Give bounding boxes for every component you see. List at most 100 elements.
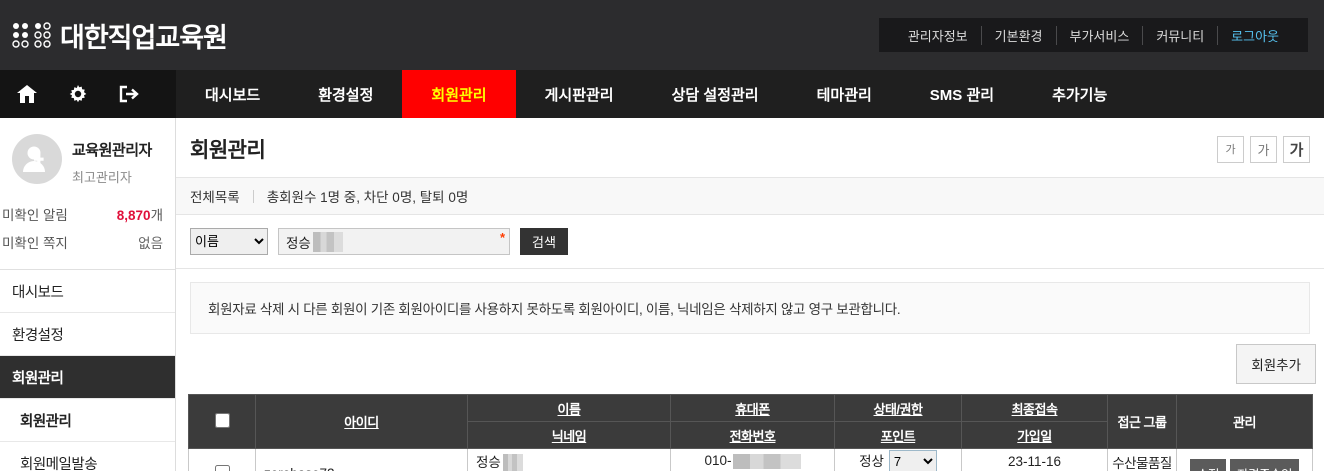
nav-item-extra-features[interactable]: 추가기능: [1023, 70, 1136, 118]
nav-item-member-mgmt[interactable]: 회원관리: [402, 70, 515, 118]
stat-unread-alerts: 미확인 알림 8,870개: [2, 200, 163, 228]
search-row: 이름 정승 * 검색: [176, 215, 1324, 269]
sort-nickname-link[interactable]: 닉네임: [552, 429, 586, 444]
certificate-approve-button[interactable]: 자격증승인: [1230, 459, 1299, 471]
row-mobile-cell: 010-: [671, 449, 835, 471]
sidebar-subitem-member-mail[interactable]: 회원메일발송: [0, 442, 175, 471]
gear-icon[interactable]: [69, 85, 87, 103]
row-checkbox[interactable]: [215, 465, 230, 471]
select-all-checkbox[interactable]: [215, 413, 230, 428]
header-phone: 전화번호: [671, 422, 835, 449]
row-name-cell: 정승: [468, 449, 671, 471]
sort-name-link[interactable]: 이름: [558, 402, 581, 417]
edit-member-button[interactable]: 수정: [1190, 459, 1226, 471]
header-checkbox-cell: [189, 395, 256, 449]
sort-join-date-link[interactable]: 가입일: [1017, 429, 1051, 444]
avatar: [12, 134, 62, 184]
sidebar-subitem-member-mgmt[interactable]: 회원관리: [0, 399, 175, 442]
page-head: 회원관리 가 가 가: [176, 118, 1324, 177]
row-access-group-cell: 수산물품질 관리사: [1108, 449, 1177, 471]
summary-tab-label[interactable]: 전체목록: [190, 186, 240, 206]
stat-alerts-unit: 개: [151, 208, 163, 223]
sort-status-link[interactable]: 상태/권한: [874, 402, 923, 417]
header-last-access: 최종접속: [962, 395, 1108, 422]
redacted-mobile-number: [733, 454, 801, 469]
row-id-cell: zerobase72: [256, 449, 468, 471]
nav-menu: 대시보드 환경설정 회원관리 게시판관리 상담 설정관리 테마관리 SMS 관리…: [176, 70, 1136, 118]
sidebar-menu: 대시보드 환경설정 회원관리 회원관리 회원메일발송 접속자집계 접속자검색: [0, 269, 175, 471]
header-join-date: 가입일: [962, 422, 1108, 449]
sort-id-link[interactable]: 아이디: [344, 415, 378, 430]
notice-box: 회원자료 삭제 시 다른 회원이 기존 회원아이디를 사용하지 못하도록 회원아…: [190, 282, 1310, 334]
nav-item-sms-mgmt[interactable]: SMS 관리: [901, 70, 1023, 118]
header-manage: 관리: [1177, 395, 1313, 449]
summary-strip: 전체목록 총회원수 1명 중, 차단 0명, 탈퇴 0명: [176, 177, 1324, 215]
row-name-text: 정승: [476, 455, 501, 470]
nav-item-dashboard[interactable]: 대시보드: [176, 70, 289, 118]
stat-unread-messages: 미확인 쪽지 없음: [2, 228, 163, 256]
utility-link-addon-services[interactable]: 부가서비스: [1056, 26, 1143, 45]
home-icon[interactable]: [17, 85, 37, 103]
nav-icon-group: [0, 70, 176, 118]
summary-info-text: 총회원수 1명 중, 차단 0명, 탈퇴 0명: [267, 186, 469, 206]
search-input-value: 정승: [286, 232, 311, 252]
braille-dots-icon: [12, 22, 52, 48]
search-button[interactable]: 검색: [520, 228, 568, 255]
utility-link-community[interactable]: 커뮤니티: [1142, 26, 1217, 45]
nav-item-consult-settings[interactable]: 상담 설정관리: [643, 70, 788, 118]
search-field-select[interactable]: 이름: [190, 228, 268, 255]
add-member-button[interactable]: 회원추가: [1236, 344, 1316, 384]
stat-alerts-count[interactable]: 8,870: [117, 208, 151, 223]
header-mobile: 휴대폰: [671, 395, 835, 422]
redacted-name-block: [313, 232, 343, 252]
row-manage-cell: 수정 자격증승인: [1177, 449, 1313, 471]
member-table: 아이디 이름 휴대폰 상태/권한 최종접속 접근 그룹 관리: [188, 394, 1313, 471]
profile-card: 교육원관리자 최고관리자: [0, 118, 175, 190]
stat-alerts-label: 미확인 알림: [2, 204, 68, 224]
header-id: 아이디: [256, 395, 468, 449]
nav-item-env-settings[interactable]: 환경설정: [289, 70, 402, 118]
stat-messages-label: 미확인 쪽지: [2, 232, 68, 252]
logout-link[interactable]: 로그아웃: [1217, 26, 1292, 45]
font-size-controls: 가 가 가: [1217, 136, 1310, 163]
required-asterisk: *: [500, 230, 505, 245]
member-level-select[interactable]: 7: [889, 450, 937, 471]
main-content: 회원관리 가 가 가 전체목록 총회원수 1명 중, 차단 0명, 탈퇴 0명 …: [176, 118, 1324, 471]
site-logo-text: 대한직업교육원: [60, 16, 227, 55]
row-checkbox-cell: [189, 449, 256, 471]
header-points: 포인트: [835, 422, 962, 449]
utility-link-basic-env[interactable]: 기본환경: [981, 26, 1056, 45]
row-status-text: 정상: [859, 454, 884, 469]
sign-out-icon[interactable]: [119, 85, 139, 103]
header-nickname: 닉네임: [468, 422, 671, 449]
profile-info: 교육원관리자 최고관리자: [72, 134, 152, 186]
redacted-name-suffix: [503, 454, 523, 471]
utility-link-admin-info[interactable]: 관리자정보: [895, 26, 981, 45]
sort-mobile-link[interactable]: 휴대폰: [735, 402, 769, 417]
sidebar-item-member-mgmt[interactable]: 회원관리: [0, 356, 175, 399]
font-size-medium-button[interactable]: 가: [1250, 136, 1277, 163]
row-last-access-cell: 23-11-16: [962, 449, 1108, 471]
stat-messages-value[interactable]: 없음: [138, 232, 163, 252]
sidebar-item-dashboard[interactable]: 대시보드: [0, 270, 175, 313]
header-access-group: 접근 그룹: [1108, 395, 1177, 449]
row-status-cell: 정상 7: [835, 449, 962, 471]
sort-phone-link[interactable]: 전화번호: [730, 429, 776, 444]
sort-last-access-link[interactable]: 최종접속: [1012, 402, 1058, 417]
profile-stats: 미확인 알림 8,870개 미확인 쪽지 없음: [0, 190, 175, 269]
nav-item-theme-mgmt[interactable]: 테마관리: [788, 70, 901, 118]
font-size-large-button[interactable]: 가: [1283, 136, 1310, 163]
main-nav: 대시보드 환경설정 회원관리 게시판관리 상담 설정관리 테마관리 SMS 관리…: [0, 70, 1324, 118]
sidebar: 교육원관리자 최고관리자 미확인 알림 8,870개 미확인 쪽지 없음 대시보…: [0, 118, 176, 471]
font-size-small-button[interactable]: 가: [1217, 136, 1244, 163]
search-input[interactable]: 정승 *: [278, 228, 510, 255]
row-mobile-prefix: 010-: [704, 453, 731, 468]
sort-points-link[interactable]: 포인트: [881, 429, 915, 444]
nav-item-board-mgmt[interactable]: 게시판관리: [516, 70, 643, 118]
add-member-row: 회원추가: [176, 334, 1324, 394]
profile-role: 최고관리자: [72, 167, 152, 186]
table-row: zerobase72 정승 010- 정상 7 23-11-16 수산물품질 관리…: [189, 449, 1313, 471]
site-logo[interactable]: 대한직업교육원: [12, 16, 227, 55]
sidebar-item-env-settings[interactable]: 환경설정: [0, 313, 175, 356]
top-header: 대한직업교육원 관리자정보 기본환경 부가서비스 커뮤니티 로그아웃: [0, 0, 1324, 70]
